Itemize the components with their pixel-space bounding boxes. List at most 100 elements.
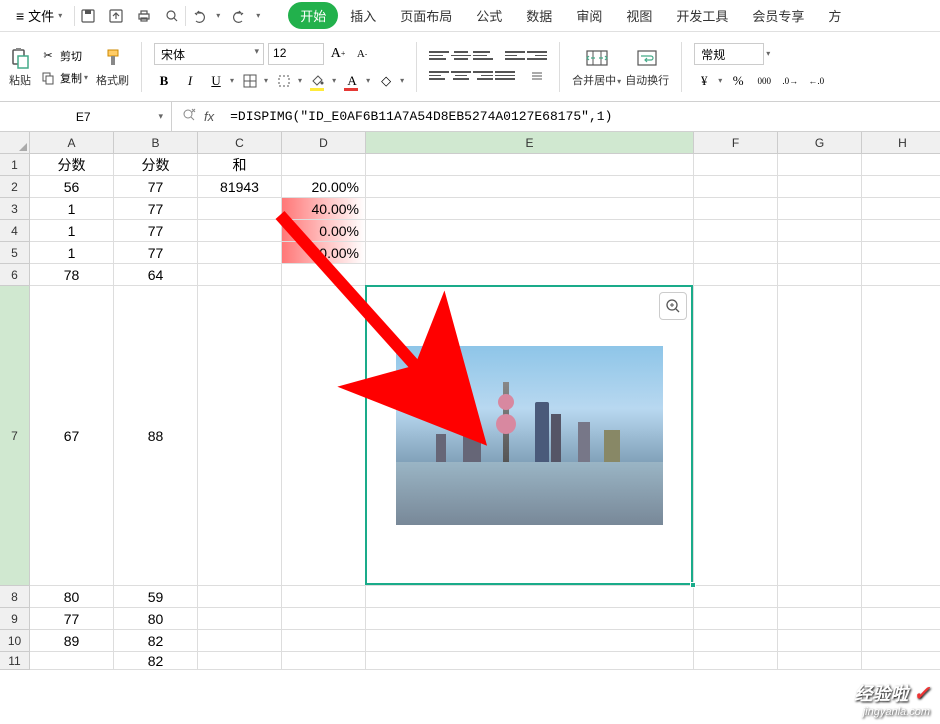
cell[interactable] <box>198 264 282 286</box>
italic-button[interactable]: I <box>180 71 200 91</box>
cell[interactable] <box>694 176 778 198</box>
cell[interactable] <box>198 652 282 670</box>
tab-developer[interactable]: 开发工具 <box>664 2 740 29</box>
fill-handle[interactable] <box>690 582 696 588</box>
increase-indent-button[interactable] <box>527 48 547 64</box>
align-top-button[interactable] <box>429 48 449 64</box>
cell-B11[interactable]: 82 <box>114 652 198 670</box>
cell[interactable] <box>862 608 940 630</box>
cell-C2[interactable]: 81943 <box>198 176 282 198</box>
cell-A9[interactable]: 77 <box>30 608 114 630</box>
cell[interactable] <box>862 242 940 264</box>
cell[interactable] <box>282 586 366 608</box>
row-header-9[interactable]: 9 <box>0 608 30 630</box>
cancel-formula-icon[interactable] <box>182 108 196 125</box>
cell-D3[interactable]: 40.00% <box>282 198 366 220</box>
col-header-F[interactable]: F <box>694 132 778 154</box>
align-bottom-button[interactable] <box>473 48 493 64</box>
row-header-10[interactable]: 10 <box>0 630 30 652</box>
cell[interactable] <box>366 176 694 198</box>
row-header-7[interactable]: 7 <box>0 286 30 586</box>
tab-data[interactable]: 数据 <box>514 2 564 29</box>
increase-decimal-button[interactable]: .0→ <box>780 71 800 91</box>
cell[interactable] <box>366 220 694 242</box>
select-all-corner[interactable] <box>0 132 30 154</box>
row-header-4[interactable]: 4 <box>0 220 30 242</box>
preview-icon[interactable] <box>163 7 181 25</box>
tab-insert[interactable]: 插入 <box>338 2 388 29</box>
formula-input[interactable] <box>224 109 940 124</box>
cell[interactable] <box>198 586 282 608</box>
diamond-icon[interactable]: ◇ <box>376 71 396 91</box>
cell[interactable] <box>694 630 778 652</box>
cell[interactable] <box>198 286 282 586</box>
number-format-select[interactable]: 常规 <box>694 43 764 65</box>
cell[interactable] <box>30 652 114 670</box>
cell[interactable] <box>862 154 940 176</box>
cell[interactable] <box>282 652 366 670</box>
cell[interactable] <box>694 220 778 242</box>
tab-member[interactable]: 会员专享 <box>740 2 816 29</box>
cell[interactable] <box>198 630 282 652</box>
cell[interactable] <box>862 264 940 286</box>
cell-B5[interactable]: 77 <box>114 242 198 264</box>
tab-start[interactable]: 开始 <box>288 2 338 29</box>
cell[interactable] <box>778 242 862 264</box>
cell[interactable] <box>778 198 862 220</box>
cell[interactable] <box>862 652 940 670</box>
cell[interactable] <box>694 154 778 176</box>
col-header-E[interactable]: E <box>366 132 694 154</box>
cell[interactable] <box>778 630 862 652</box>
cell-A3[interactable]: 1 <box>30 198 114 220</box>
cell[interactable] <box>694 286 778 586</box>
cell-A7[interactable]: 67 <box>30 286 114 586</box>
fx-icon[interactable]: fx <box>204 109 214 124</box>
cell[interactable] <box>366 630 694 652</box>
cell-D5[interactable]: 50.00% <box>282 242 366 264</box>
cell[interactable] <box>778 176 862 198</box>
cell[interactable] <box>778 586 862 608</box>
percent-button[interactable]: % <box>728 71 748 91</box>
cell[interactable] <box>862 198 940 220</box>
cell-E7[interactable] <box>366 286 694 586</box>
bold-button[interactable]: B <box>154 71 174 91</box>
col-header-G[interactable]: G <box>778 132 862 154</box>
cell[interactable] <box>778 154 862 176</box>
cell[interactable] <box>198 220 282 242</box>
paste-button[interactable]: 粘贴 <box>8 46 32 88</box>
border-button[interactable] <box>240 71 260 91</box>
col-header-C[interactable]: C <box>198 132 282 154</box>
col-header-A[interactable]: A <box>30 132 114 154</box>
cell-B7[interactable]: 88 <box>114 286 198 586</box>
col-header-H[interactable]: H <box>862 132 940 154</box>
font-color-button[interactable]: A <box>342 71 362 91</box>
cell[interactable] <box>694 652 778 670</box>
cell[interactable] <box>694 198 778 220</box>
row-header-5[interactable]: 5 <box>0 242 30 264</box>
cell-A10[interactable]: 89 <box>30 630 114 652</box>
tab-review[interactable]: 审阅 <box>564 2 614 29</box>
cell-B2[interactable]: 77 <box>114 176 198 198</box>
cell[interactable] <box>778 286 862 586</box>
tab-page-layout[interactable]: 页面布局 <box>388 2 464 29</box>
cell-B10[interactable]: 82 <box>114 630 198 652</box>
increase-font-icon[interactable]: A+ <box>328 44 348 64</box>
cell[interactable] <box>198 242 282 264</box>
cell[interactable] <box>282 630 366 652</box>
print-icon[interactable] <box>135 7 153 25</box>
cell[interactable] <box>694 264 778 286</box>
cell[interactable] <box>778 220 862 242</box>
file-menu[interactable]: ≡ 文件 ▾ <box>8 6 70 25</box>
col-header-D[interactable]: D <box>282 132 366 154</box>
cell-A8[interactable]: 80 <box>30 586 114 608</box>
wrap-text-button[interactable]: 自动换行 <box>625 46 669 88</box>
cell[interactable] <box>694 586 778 608</box>
cell-A6[interactable]: 78 <box>30 264 114 286</box>
row-header-11[interactable]: 11 <box>0 652 30 670</box>
cell[interactable] <box>282 286 366 586</box>
align-center-button[interactable] <box>451 68 471 84</box>
orientation-button[interactable] <box>527 66 547 86</box>
decrease-indent-button[interactable] <box>505 48 525 64</box>
save-icon[interactable] <box>79 7 97 25</box>
name-box-input[interactable] <box>8 110 158 124</box>
